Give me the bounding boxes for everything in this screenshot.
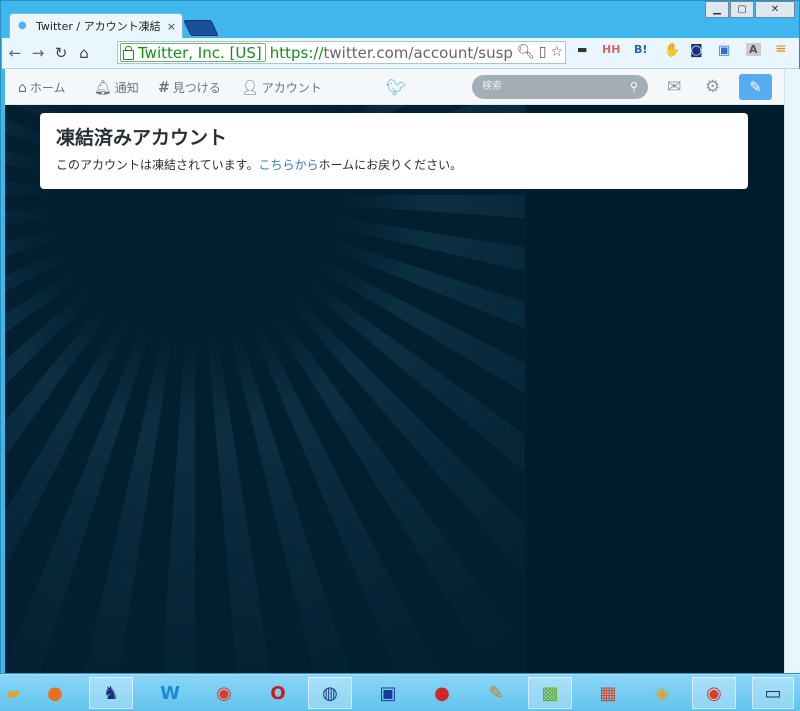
nav-home-label: ホーム xyxy=(29,81,66,95)
search-placeholder: 検索 xyxy=(482,81,502,92)
suspended-title: 凍結済みアカウント xyxy=(56,127,228,149)
extension-hh-icon[interactable]: HH xyxy=(602,43,620,56)
suspended-notice-card: 凍結済みアカウント このアカウントは凍結されています。こちらからホームにお戻りく… xyxy=(40,113,748,189)
compose-pencil-icon: ✎ xyxy=(749,78,762,96)
address-bar-actions: 🔍︎ ▯ ☆ xyxy=(513,44,563,60)
taskbar: ▰ ● ♞ W ◉ O ◍ ▣ ● ✎ ▩ ▦ ◈ ◉ ▭ xyxy=(0,674,800,711)
window-right-edge xyxy=(784,69,800,673)
menu-hamburger-icon[interactable]: ≡ xyxy=(775,41,787,57)
ev-certificate-badge[interactable]: Twitter, Inc. [US] xyxy=(120,43,266,62)
url-path: twitter.com/account/suspe xyxy=(323,43,523,62)
taskbar-paint-icon[interactable]: ✎ xyxy=(474,677,518,709)
tab-title: Twitter / アカウント凍結 xyxy=(36,20,161,33)
nav-account-label: アカウント xyxy=(261,81,322,95)
extension-monitor-icon[interactable]: ▣ xyxy=(718,43,730,58)
taskbar-w-app-icon[interactable]: W xyxy=(148,677,192,709)
nav-discover-label: 見つける xyxy=(172,81,221,95)
taskbar-thunderbird-icon[interactable]: ◍ xyxy=(308,677,352,709)
close-window-button[interactable]: ✕ xyxy=(755,1,795,18)
taskbar-vmware-icon[interactable]: ▩ xyxy=(528,677,572,709)
url-scheme: https:// xyxy=(269,43,324,62)
extension-profile-icon[interactable]: ◙ xyxy=(690,43,703,58)
nav-notifications-label: 通知 xyxy=(114,81,139,95)
back-arrow-icon[interactable]: ← xyxy=(5,44,25,62)
return-home-link[interactable]: こちらから xyxy=(258,158,318,172)
taskbar-package-icon[interactable]: ◈ xyxy=(640,677,684,709)
home-icon: ⌂ xyxy=(18,79,27,96)
suspended-message: このアカウントは凍結されています。こちらからホームにお戻りください。 xyxy=(56,156,732,173)
twitter-bird-logo-icon[interactable]: 🐦︎ xyxy=(386,78,406,97)
hashtag-icon: # xyxy=(158,79,170,96)
home-icon[interactable]: ⌂ xyxy=(74,44,94,62)
bookmark-star-icon[interactable]: ☆ xyxy=(550,44,563,60)
reader-icon[interactable]: ▯ xyxy=(539,44,547,60)
nav-discover[interactable]: # 見つける xyxy=(158,79,221,96)
browser-toolbar: ← → ↻ ⌂ Twitter, Inc. [US] https:// twit… xyxy=(2,38,799,69)
taskbar-show-desktop-icon[interactable]: ▭ xyxy=(752,677,794,709)
browser-tab[interactable]: ● Twitter / アカウント凍結 × xyxy=(9,13,183,38)
twitter-header: ⌂ ホーム 🔔︎ 通知 # 見つける 👤︎ アカウント 🐦︎ 検索 ⚲ ✉ ⚙ … xyxy=(5,69,784,105)
lock-icon xyxy=(123,45,134,60)
window-caption-buttons: ▁ ▢ ✕ xyxy=(704,1,795,18)
new-tab-button[interactable] xyxy=(183,20,219,36)
messages-envelope-icon[interactable]: ✉ xyxy=(667,77,681,97)
extension-a-icon[interactable]: A xyxy=(746,43,761,56)
nav-home[interactable]: ⌂ ホーム xyxy=(18,79,66,96)
settings-gear-icon[interactable]: ⚙ xyxy=(705,77,720,97)
compose-tweet-button[interactable]: ✎ xyxy=(739,74,772,100)
browser-window: ▁ ▢ ✕ ● Twitter / アカウント凍結 × ← → ↻ ⌂ Twit… xyxy=(0,0,800,674)
twitter-favicon-icon: ● xyxy=(18,20,27,31)
extension-keyboard-icon[interactable]: ▬ xyxy=(577,43,587,56)
message-text-after: ホームにお戻りください。 xyxy=(318,158,463,172)
page-background: 凍結済みアカウント このアカウントは凍結されています。こちらからホームにお戻りく… xyxy=(5,105,784,673)
nav-account[interactable]: 👤︎ アカウント xyxy=(241,79,322,96)
nav-notifications[interactable]: 🔔︎ 通知 xyxy=(94,79,139,96)
forward-arrow-icon[interactable]: → xyxy=(28,44,48,62)
address-bar[interactable]: Twitter, Inc. [US] https:// twitter.com/… xyxy=(117,41,566,64)
message-text-before: このアカウントは凍結されています。 xyxy=(56,158,259,172)
reload-icon[interactable]: ↻ xyxy=(51,44,71,62)
maximize-button[interactable]: ▢ xyxy=(730,1,754,18)
search-icon[interactable]: ⚲ xyxy=(630,75,638,99)
taskbar-grid-app-icon[interactable]: ▦ xyxy=(586,677,630,709)
bell-icon: 🔔︎ xyxy=(94,79,112,96)
search-input[interactable]: 検索 ⚲ xyxy=(472,75,648,99)
taskbar-remote-desktop-icon[interactable]: ▣ xyxy=(366,677,410,709)
tab-close-icon[interactable]: × xyxy=(167,20,176,33)
taskbar-app-icon[interactable]: ♞ xyxy=(89,677,133,709)
minimize-button[interactable]: ▁ xyxy=(705,1,729,18)
taskbar-firefox-icon[interactable]: ● xyxy=(33,677,77,709)
taskbar-chrome-2-icon[interactable]: ◉ xyxy=(692,677,736,709)
taskbar-explorer-icon[interactable]: ▰ xyxy=(0,677,26,709)
extension-evernote-icon[interactable]: ✋ xyxy=(664,43,680,58)
taskbar-opera-icon[interactable]: O xyxy=(256,677,300,709)
background-panel xyxy=(525,105,784,673)
user-icon: 👤︎ xyxy=(241,79,259,96)
extension-hatena-icon[interactable]: B! xyxy=(634,43,647,56)
taskbar-game-icon[interactable]: ● xyxy=(420,677,464,709)
zoom-icon[interactable]: 🔍︎ xyxy=(517,44,535,60)
ev-org-name: Twitter, Inc. [US] xyxy=(138,43,262,62)
taskbar-chrome-icon[interactable]: ◉ xyxy=(202,677,246,709)
